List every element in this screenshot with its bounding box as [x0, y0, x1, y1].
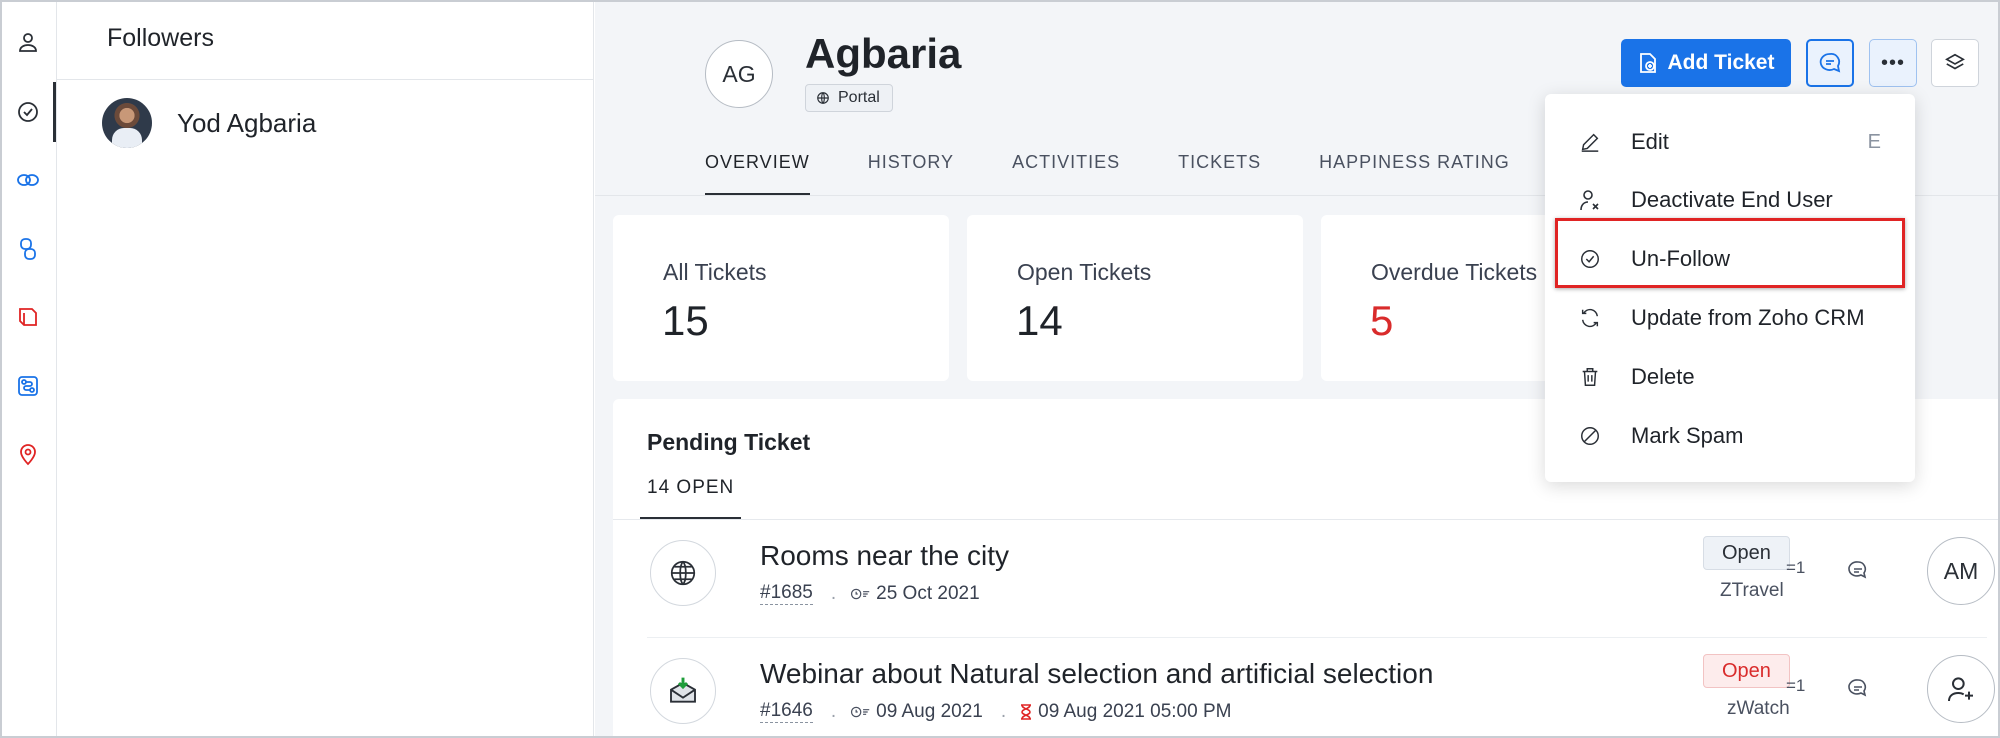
rail-active-indicator [53, 82, 56, 142]
portal-badge: Portal [805, 84, 893, 112]
group-icon[interactable] [13, 234, 43, 264]
menu-item-delete[interactable]: Delete [1545, 351, 1915, 403]
priority-indicator[interactable]: =1 [1786, 676, 1805, 696]
globe-icon [816, 91, 830, 105]
trash-icon [1577, 364, 1603, 390]
tab-history[interactable]: HISTORY [868, 152, 954, 195]
menu-item-label: Deactivate End User [1631, 187, 1833, 212]
ticket-row[interactable]: Webinar about Natural selection and arti… [613, 638, 1998, 736]
divider [57, 79, 594, 80]
comment-icon[interactable] [1846, 558, 1870, 587]
ticket-meta: #1646 . 09 Aug 2021 . 09 Aug 2021 05:00 … [760, 700, 1231, 723]
menu-item-label: Delete [1631, 364, 1695, 389]
ticket-due-date: 09 Aug 2021 05:00 PM [1038, 700, 1232, 722]
contact-name: Agbaria [805, 30, 962, 77]
avatar [102, 98, 152, 148]
pending-title: Pending Ticket [647, 429, 811, 455]
menu-item-mark-spam[interactable]: Mark Spam [1545, 410, 1915, 462]
tab-bar: OVERVIEW HISTORY ACTIVITIES TICKETS HAPP… [705, 152, 1568, 195]
book-icon[interactable] [13, 302, 43, 332]
tab-happiness-rating[interactable]: HAPPINESS RATING [1319, 152, 1510, 195]
email-download-icon [650, 658, 716, 724]
user-icon[interactable] [13, 27, 43, 57]
stat-label: All Tickets [663, 259, 767, 285]
pencil-icon [1577, 129, 1603, 155]
link-icon[interactable] [13, 165, 43, 195]
location-pin-icon[interactable] [13, 440, 43, 470]
hourglass-icon [1020, 703, 1032, 720]
layers-button[interactable] [1931, 39, 1979, 87]
stat-card-open-tickets[interactable]: Open Tickets 14 [967, 215, 1303, 381]
separator-dot: . [830, 582, 837, 604]
ticket-number[interactable]: #1646 [760, 700, 813, 723]
menu-item-label: Edit [1631, 129, 1669, 154]
status-badge[interactable]: Open [1703, 536, 1790, 570]
block-icon [1577, 423, 1603, 449]
comment-icon[interactable] [1846, 676, 1870, 705]
menu-item-edit[interactable]: Edit E [1545, 116, 1915, 168]
globe-icon [650, 540, 716, 606]
menu-item-label: Mark Spam [1631, 423, 1744, 448]
check-circle-icon[interactable] [13, 97, 43, 127]
stat-label: Open Tickets [1017, 259, 1152, 285]
chat-icon [1819, 53, 1841, 73]
left-icon-rail [2, 2, 57, 736]
assign-owner-button[interactable] [1927, 655, 1995, 723]
follower-item[interactable]: Yod Agbaria [102, 96, 316, 150]
tab-overview[interactable]: OVERVIEW [705, 152, 810, 195]
more-options-menu: Edit E Deactivate End User Un-Follow Upd… [1545, 94, 1915, 482]
portal-badge-label: Portal [838, 89, 880, 106]
clock-icon [850, 705, 870, 719]
ticket-department: zWatch [1727, 698, 1790, 719]
ticket-meta: #1685 . 25 Oct 2021 [760, 582, 980, 605]
stat-value: 15 [662, 297, 709, 344]
stat-value: 14 [1016, 297, 1063, 344]
tab-tickets[interactable]: TICKETS [1178, 152, 1261, 195]
layers-icon [1945, 53, 1965, 70]
followers-title: Followers [107, 24, 214, 52]
ticket-number[interactable]: #1685 [760, 582, 813, 605]
add-ticket-button[interactable]: Add Ticket [1621, 39, 1791, 87]
app-window: Followers Yod Agbaria AG Agbaria Portal … [0, 0, 2000, 738]
contact-avatar: AG [705, 40, 773, 108]
tab-activities[interactable]: ACTIVITIES [1012, 152, 1120, 195]
menu-item-update-from-zoho-crm[interactable]: Update from Zoho CRM [1545, 292, 1915, 344]
follower-name: Yod Agbaria [177, 107, 317, 138]
shortcut-key: E [1867, 130, 1881, 153]
ticket-row[interactable]: Rooms near the city #1685 . 25 Oct 2021 … [613, 520, 1998, 638]
priority-indicator[interactable]: =1 [1786, 558, 1805, 578]
status-badge[interactable]: Open [1703, 654, 1790, 688]
separator-dot: . [830, 700, 837, 722]
menu-item-label: Update from Zoho CRM [1631, 305, 1865, 330]
separator-dot: . [1000, 700, 1007, 722]
ticket-department: ZTravel [1720, 580, 1784, 601]
followers-panel: Followers Yod Agbaria [57, 2, 594, 736]
refresh-icon [1577, 305, 1603, 331]
ticket-date: 09 Aug 2021 [876, 700, 983, 722]
chat-button[interactable] [1806, 39, 1854, 87]
owner-avatar[interactable]: AM [1927, 537, 1995, 605]
clock-icon [850, 587, 870, 601]
add-ticket-label: Add Ticket [1667, 51, 1775, 74]
add-ticket-icon [1638, 52, 1658, 74]
more-options-button[interactable]: ••• [1869, 39, 1917, 87]
route-icon[interactable] [13, 371, 43, 401]
stat-label: Overdue Tickets [1371, 259, 1538, 285]
highlight-box [1555, 218, 1905, 288]
stat-value: 5 [1370, 297, 1394, 344]
ticket-subject[interactable]: Rooms near the city [760, 540, 1009, 572]
tab-open[interactable]: 14 OPEN [647, 477, 734, 499]
ticket-subject[interactable]: Webinar about Natural selection and arti… [760, 658, 1433, 690]
stat-card-all-tickets[interactable]: All Tickets 15 [613, 215, 949, 381]
add-user-icon [1948, 677, 1973, 702]
ticket-date: 25 Oct 2021 [876, 582, 980, 604]
user-remove-icon [1577, 187, 1603, 213]
